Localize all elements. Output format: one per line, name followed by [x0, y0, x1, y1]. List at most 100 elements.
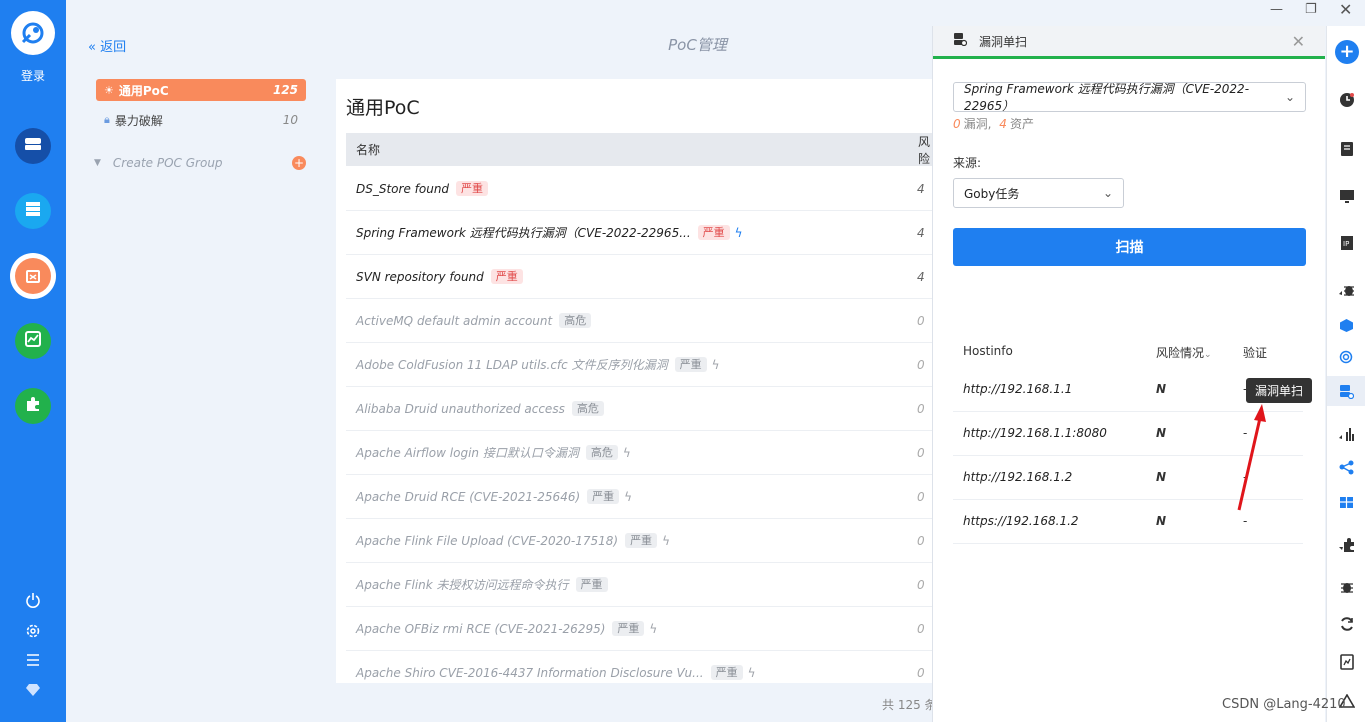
severity-badge: 高危: [585, 445, 618, 460]
risk-count: 4: [917, 269, 925, 284]
bug-search-icon[interactable]: [1327, 579, 1365, 599]
add-group-icon[interactable]: +: [292, 156, 306, 170]
risk-count: 0: [917, 621, 925, 636]
nav-server-button[interactable]: [15, 128, 51, 164]
risk-count: 0: [917, 313, 925, 328]
group-item-bruteforce[interactable]: 🔒︎ 暴力破解 10: [96, 109, 306, 131]
table-row[interactable]: Apache Flink 未授权访问远程命令执行 严重 0: [346, 563, 936, 607]
total-count: 共 125 条: [882, 698, 937, 712]
report-icon[interactable]: [1327, 654, 1365, 674]
menu-icon[interactable]: [0, 652, 66, 672]
lightning-icon: ϟ: [711, 357, 720, 372]
login-link[interactable]: 登录: [0, 67, 66, 84]
add-icon[interactable]: +: [1335, 40, 1359, 64]
grid-icon[interactable]: [1327, 495, 1365, 513]
group-label: 暴力破解: [114, 113, 163, 128]
single-scan-icon: [953, 32, 968, 50]
extension-icon[interactable]: [1327, 537, 1365, 557]
server-icon: [24, 137, 42, 155]
poc-name: Adobe ColdFusion 11 LDAP utils.cfc 文件反序列…: [356, 358, 668, 372]
table-row[interactable]: ActiveMQ default admin account 高危 0: [346, 299, 936, 343]
list-title: 通用PoC: [346, 97, 420, 119]
bar-chart-icon[interactable]: [1327, 426, 1365, 446]
poc-list-panel: 通用PoC 名称 风险 DS_Store found 严重 4 Spring Fram…: [336, 79, 936, 683]
column-risk-status[interactable]: 风险情况⌄: [1156, 344, 1212, 361]
plugin-icon: [24, 395, 42, 417]
scan-panel-header: 漏洞单扫 ✕: [933, 26, 1325, 59]
risk-status: N: [1156, 382, 1167, 396]
risk-count: 0: [917, 401, 925, 416]
lock-icon: 🔒︎: [104, 113, 110, 126]
monitor-icon[interactable]: [1327, 189, 1365, 208]
table-row[interactable]: Apache Airflow login 接口默认口令漏洞 高危 ϟ 0: [346, 431, 936, 475]
refresh-icon[interactable]: [1327, 616, 1365, 636]
poc-name: Apache Airflow login 接口默认口令漏洞: [356, 446, 579, 460]
risk-status: N: [1156, 470, 1167, 484]
risk-count: 0: [917, 489, 925, 504]
risk-status: N: [1156, 514, 1167, 528]
lightning-icon: ϟ: [624, 489, 633, 504]
single-scan-panel: 漏洞单扫 ✕ Spring Framework 远程代码执行漏洞（CVE-202…: [932, 26, 1325, 722]
settings-gear-icon[interactable]: [0, 623, 66, 643]
bug-icon: ☀: [104, 83, 114, 97]
table-row[interactable]: Apache Flink File Upload (CVE-2020-17518…: [346, 519, 936, 563]
source-select[interactable]: Goby任务 ⌄: [953, 178, 1124, 208]
table-row[interactable]: SVN repository found 严重 4: [346, 255, 936, 299]
vuln-count: 0: [953, 117, 961, 131]
source-select-value: Goby任务: [964, 186, 1020, 201]
poc-name: Apache Shiro CVE-2016-4437 Information D…: [356, 665, 704, 680]
lightning-icon: ϟ: [662, 533, 670, 548]
fingerprint-icon[interactable]: [1327, 350, 1365, 369]
list-icon: [25, 201, 41, 221]
poc-name: Apache Druid RCE (CVE-2021-25646): [356, 489, 581, 504]
poc-name: ActiveMQ default admin account: [356, 313, 553, 328]
asset-count: 4: [999, 117, 1007, 131]
power-icon[interactable]: [0, 592, 66, 612]
poc-select[interactable]: Spring Framework 远程代码执行漏洞（CVE-2022-22965…: [953, 82, 1306, 113]
severity-badge: 严重: [710, 665, 743, 680]
nav-plugin-button[interactable]: [15, 388, 51, 424]
poc-name: SVN repository found: [356, 269, 484, 284]
close-icon[interactable]: ✕: [1292, 32, 1305, 51]
group-count: 125: [272, 83, 298, 97]
chevron-down-icon: ⌄: [1204, 350, 1212, 360]
column-verify: 验证: [1243, 346, 1268, 360]
table-row[interactable]: Apache Shiro CVE-2016-4437 Information D…: [346, 651, 936, 683]
restore-icon[interactable]: ❐: [1305, 2, 1317, 17]
ip-icon[interactable]: IP: [1327, 235, 1365, 255]
group-item-general-poc[interactable]: ☀ 通用PoC 125: [96, 79, 306, 101]
table-row[interactable]: Apache Druid RCE (CVE-2021-25646) 严重 ϟ 0: [346, 475, 936, 519]
table-row[interactable]: Apache OFBiz rmi RCE (CVE-2021-26295) 严重 ϟ…: [346, 607, 936, 651]
create-poc-group[interactable]: ▼ Create POC Group +: [94, 156, 306, 170]
clock-icon[interactable]: [1327, 92, 1365, 112]
diamond-icon[interactable]: [0, 682, 66, 701]
chevron-down-icon: ⌄: [1102, 186, 1113, 200]
group-count: 10: [282, 113, 298, 127]
share-nodes-icon[interactable]: [1327, 460, 1365, 479]
risk-count: 0: [917, 357, 925, 372]
verify-value: -: [1243, 514, 1248, 528]
severity-badge: 严重: [490, 269, 523, 284]
nav-poc-button[interactable]: [10, 253, 56, 299]
table-row[interactable]: Spring Framework 远程代码执行漏洞（CVE-2022-22965…: [346, 211, 936, 255]
severity-badge: 严重: [697, 225, 730, 240]
bug-icon[interactable]: [1327, 282, 1365, 302]
chevron-down-icon: ⌄: [1284, 90, 1295, 104]
single-scan-tool-icon[interactable]: [1327, 376, 1365, 406]
poc-name: Spring Framework 远程代码执行漏洞（CVE-2022-22965…: [356, 226, 691, 240]
host-url: http://192.168.1.1: [963, 382, 1073, 396]
host-url: http://192.168.1.2: [963, 470, 1073, 484]
nav-list-button[interactable]: [15, 193, 51, 229]
close-window-icon[interactable]: ✕: [1339, 0, 1352, 19]
document-icon[interactable]: [1327, 141, 1365, 161]
table-row[interactable]: DS_Store found 严重 4: [346, 167, 936, 211]
cube-icon[interactable]: [1327, 318, 1365, 337]
table-row[interactable]: Alibaba Druid unauthorized access 高危 0: [346, 387, 936, 431]
scan-panel-title: 漏洞单扫: [979, 34, 1028, 49]
nav-chart-button[interactable]: [15, 323, 51, 359]
lightning-icon: ϟ: [747, 665, 756, 680]
minimize-icon[interactable]: —: [1270, 2, 1283, 17]
risk-status: N: [1156, 426, 1167, 440]
scan-button[interactable]: 扫描: [953, 228, 1306, 266]
table-row[interactable]: Adobe ColdFusion 11 LDAP utils.cfc 文件反序列…: [346, 343, 936, 387]
